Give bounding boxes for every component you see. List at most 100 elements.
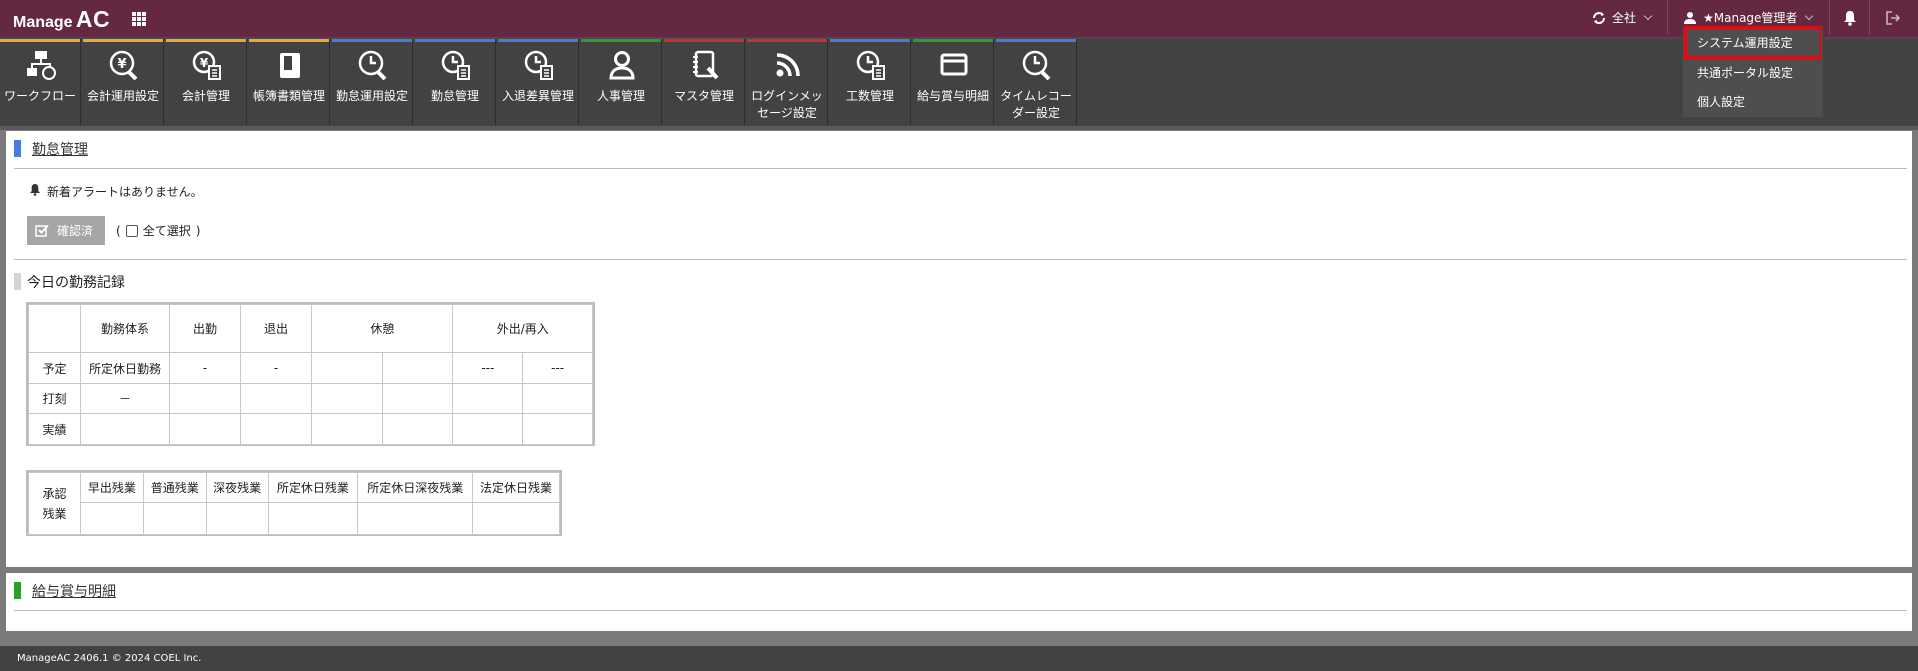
paren-open: (: [116, 223, 121, 238]
table-row: [29, 502, 560, 535]
cell-clock-in: [169, 413, 241, 445]
paren-close: ): [195, 223, 201, 238]
menu-label: 会計運用設定: [86, 89, 159, 103]
notebook-wrench-icon: [693, 50, 719, 80]
menu-label: 勤怠運用設定: [335, 89, 408, 103]
menu-label: 入退差異管理: [501, 89, 574, 103]
header-scheduled-holiday-night-overtime: 所定休日深夜残業: [357, 472, 474, 503]
menu-time-recorder[interactable]: タイムレコー ダー設定: [996, 39, 1077, 125]
footer-text: ManageAC 2406.1 © 2024 COEL Inc.: [17, 653, 202, 664]
menu-label: ワークフロー: [3, 89, 76, 103]
cell-return: ---: [522, 352, 593, 384]
user-label: ★Manage管理者: [1703, 11, 1798, 25]
cell-clock-out: -: [240, 352, 312, 384]
table-row: 予定 所定休日勤務 - - --- ---: [28, 352, 593, 384]
menu-attendance[interactable]: 勤怠管理: [415, 39, 496, 125]
menu-label: 人事管理: [596, 89, 645, 103]
menu-label: 帳簿書類管理: [252, 89, 325, 103]
menu-label: 会計管理: [181, 89, 230, 103]
top-bar: Manage AC 全社 ★Manage管理者: [0, 0, 1918, 37]
header-night-overtime: 深夜残業: [205, 472, 269, 503]
menu-attendance-settings[interactable]: 勤怠運用設定: [332, 39, 413, 125]
sync-icon: [1593, 11, 1605, 24]
dropdown-item-personal-settings[interactable]: 個人設定: [1697, 93, 1745, 110]
logo[interactable]: Manage AC: [13, 6, 110, 33]
header-clock-in: 出勤: [169, 304, 241, 353]
chevron-down-icon: [1643, 11, 1653, 21]
menu-accounting-settings[interactable]: ¥ 会計運用設定: [83, 39, 164, 125]
header-normal-overtime: 普通残業: [142, 472, 207, 503]
row-label: 打刻: [28, 383, 81, 414]
cell-return: [522, 383, 593, 414]
today-record-table: 勤務体系 出勤 退出 休憩 外出/再入 予定 所定休日勤務 - - --- --…: [26, 302, 595, 446]
clock-wrench-icon: [358, 50, 387, 80]
alert-message: 新着アラートはありません。: [47, 185, 203, 199]
attendance-title-link[interactable]: 勤怠管理: [32, 142, 88, 158]
menu-hr[interactable]: 人事管理: [581, 39, 662, 125]
logout-button[interactable]: [1886, 0, 1901, 35]
company-label: 全社: [1612, 11, 1637, 25]
cell-work-type: [80, 413, 170, 445]
menu-payslip[interactable]: 給与賞与明細: [913, 39, 994, 125]
user-icon: [1684, 11, 1696, 24]
menu-man-hours[interactable]: 工数管理: [830, 39, 911, 125]
cell-work-type: －: [80, 383, 170, 414]
footer: ManageAC 2406.1 © 2024 COEL Inc.: [0, 646, 1918, 671]
cell-out: [452, 383, 524, 414]
logout-icon: [1886, 10, 1901, 25]
menu-master[interactable]: マスタ管理: [664, 39, 745, 125]
overtime-table: 承認 残業 早出残業 普通残業 深夜残業 所定休日残業 所定休日深夜残業 法定休…: [26, 470, 562, 536]
payslip-title-link[interactable]: 給与賞与明細: [32, 584, 116, 600]
cell-break-start: [311, 413, 383, 445]
menu-books[interactable]: 帳簿書類管理: [249, 39, 330, 125]
header-break: 休憩: [310, 304, 454, 353]
header-out-return: 外出/再入: [452, 304, 593, 353]
chevron-down-icon: [1805, 11, 1814, 21]
cell-clock-in: [169, 383, 241, 414]
clock-doc-icon: [856, 50, 885, 80]
bell-icon: [30, 184, 40, 196]
table-row: 実績: [28, 413, 593, 445]
menu-label: 勤怠管理: [430, 89, 479, 103]
row-label: 予定: [28, 352, 81, 384]
today-record-title: 今日の勤務記録: [27, 275, 125, 291]
table-row: 打刻 －: [28, 383, 593, 414]
yen-doc-icon: ¥: [192, 50, 221, 80]
clock-doc-icon: [524, 50, 553, 80]
dropdown-item-portal-settings[interactable]: 共通ポータル設定: [1697, 64, 1793, 81]
cell-break-end: [381, 383, 454, 414]
confirm-button[interactable]: 確認済: [27, 216, 105, 245]
book-icon: [280, 53, 300, 78]
person-icon: [609, 51, 635, 80]
cell-clock-out: [240, 413, 312, 445]
cell-break-end: [381, 352, 454, 384]
cell-break-end: [381, 413, 454, 445]
company-selector[interactable]: 全社: [1592, 0, 1653, 35]
cell-out: ---: [452, 352, 524, 384]
notification-button[interactable]: [1843, 0, 1857, 35]
check-square-icon: [35, 224, 49, 237]
cell-break-start: [311, 383, 383, 414]
main-menu-bar: ワークフロー ¥ 会計運用設定 ¥ 会計管理 帳簿書類管理 勤怠運用設定 勤怠管…: [0, 39, 1918, 126]
payslip-panel: [6, 573, 1912, 631]
cell-return: [522, 413, 593, 445]
menu-entry-exit-diff[interactable]: 入退差異管理: [498, 39, 579, 125]
workflow-icon: [27, 51, 56, 80]
menu-login-message[interactable]: ログインメッ セージ設定: [747, 39, 828, 125]
svg-text:¥: ¥: [117, 57, 126, 72]
select-all-group: ( 全て選択 ): [116, 222, 200, 239]
menu-workflow[interactable]: ワークフロー: [0, 39, 81, 125]
menu-label: タイムレコー ダー設定: [1000, 89, 1072, 120]
select-all-checkbox[interactable]: [125, 224, 138, 237]
cell-work-type: 所定休日勤務: [80, 352, 170, 384]
apps-grid-icon[interactable]: [132, 12, 146, 26]
header-clock-out: 退出: [240, 304, 312, 353]
menu-label: マスタ管理: [673, 89, 734, 103]
svg-text:¥: ¥: [200, 56, 209, 70]
overtime-label: 承認 残業: [28, 472, 81, 535]
header-legal-holiday-overtime: 法定休日残業: [472, 472, 560, 503]
menu-accounting[interactable]: ¥ 会計管理: [166, 39, 247, 125]
rss-icon: [776, 53, 800, 77]
menu-label: 工数管理: [845, 89, 894, 103]
select-all-label[interactable]: 全て選択: [143, 222, 191, 239]
